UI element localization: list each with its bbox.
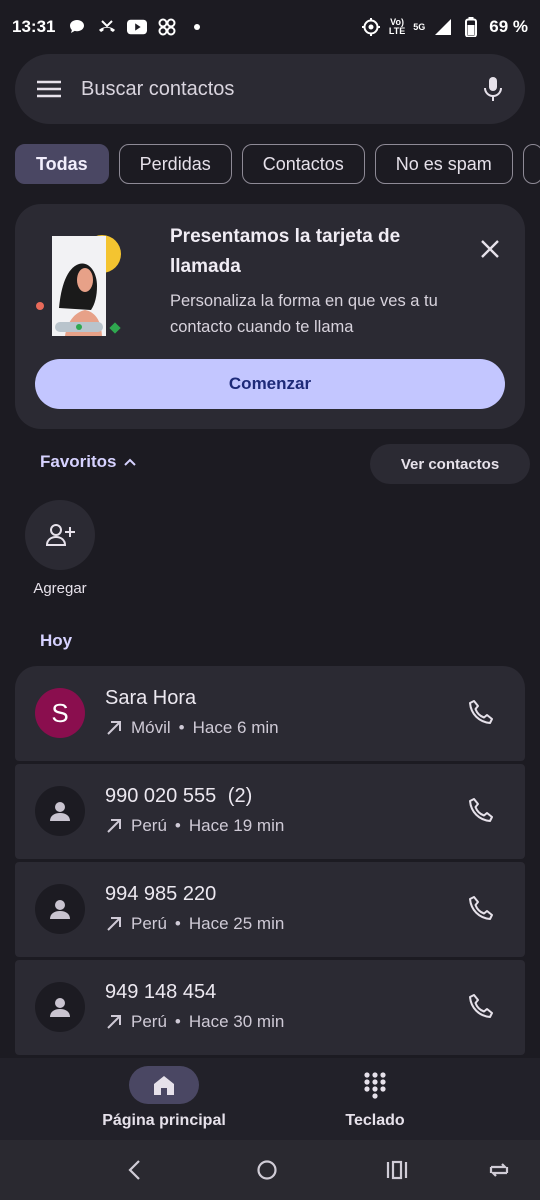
chip-contactos[interactable]: Contactos <box>241 144 365 184</box>
call-details: Perú • Hace 19 min <box>105 816 284 836</box>
missed-call-icon <box>97 17 117 37</box>
bullet: • <box>178 718 185 737</box>
outgoing-call-icon <box>105 719 123 737</box>
favorites-toggle[interactable]: Favoritos <box>40 452 137 472</box>
call-type: Móvil <box>131 718 171 737</box>
call-time: Hace 19 min <box>188 816 285 835</box>
caller-name: 990 020 555 (2) <box>105 785 252 808</box>
network-5g-indicator: 5G <box>413 21 426 32</box>
volte-indicator: Vo) LTE <box>389 18 405 36</box>
rotate-icon[interactable] <box>486 1157 512 1183</box>
comenzar-button[interactable]: Comenzar <box>35 359 505 409</box>
bullet: • <box>174 914 181 933</box>
person-icon <box>48 995 72 1019</box>
avatar: S <box>35 688 85 738</box>
phone-icon[interactable] <box>467 894 495 922</box>
back-icon[interactable] <box>122 1157 148 1183</box>
dot-icon <box>187 17 207 37</box>
nav-home-label: Página principal <box>102 1112 226 1129</box>
section-today: Hoy <box>40 631 73 650</box>
favorites-label: Favoritos <box>40 452 117 471</box>
outgoing-call-icon <box>105 1013 123 1031</box>
chip-todas[interactable]: Todas <box>15 144 109 184</box>
nav-keypad[interactable]: Teclado <box>300 1066 450 1130</box>
search-bar[interactable]: Buscar contactos <box>15 54 525 124</box>
calling-card-promo: Presentamos la tarjeta de llamada Person… <box>15 204 525 429</box>
person-icon <box>48 799 72 823</box>
avatar <box>35 786 85 836</box>
chip-perdidas[interactable]: Perdidas <box>118 144 232 184</box>
call-time: Hace 30 min <box>188 1012 285 1031</box>
add-favorite-button[interactable] <box>25 500 95 570</box>
call-details: Perú • Hace 30 min <box>105 1012 284 1032</box>
chevron-up-icon <box>123 457 137 467</box>
avatar <box>35 884 85 934</box>
call-type: Perú <box>131 1012 167 1031</box>
battery-percent: 69 % <box>489 17 528 36</box>
location-target-icon <box>361 17 381 37</box>
home-icon <box>129 1066 199 1104</box>
caller-name: 994 985 220 <box>105 883 217 905</box>
avatar <box>35 982 85 1032</box>
chip-partial[interactable] <box>522 144 540 184</box>
signal-icon <box>433 17 453 37</box>
bullet: • <box>174 1012 181 1031</box>
promo-title: Presentamos la tarjeta de llamada <box>170 226 401 277</box>
status-bar: 13:31 Vo) LTE 5G 69 % <box>0 0 540 54</box>
call-row[interactable]: 949 148 454 Perú • Hace 30 min <box>15 960 525 1055</box>
chat-bubble-icon <box>67 17 87 37</box>
person-icon <box>48 897 72 921</box>
call-row[interactable]: 990 020 555 (2) Perú • Hace 19 min <box>15 764 525 859</box>
app-icon <box>157 17 177 37</box>
phone-icon[interactable] <box>467 698 495 726</box>
caller-name: 949 148 454 <box>105 981 217 1003</box>
call-details: Móvil • Hace 6 min <box>105 718 279 738</box>
outgoing-call-icon <box>105 817 123 835</box>
recents-icon[interactable] <box>384 1157 410 1183</box>
volte-bottom-text: LTE <box>388 26 406 36</box>
bottom-navigation: Página principal Teclado <box>0 1058 540 1140</box>
call-type: Perú <box>131 914 167 933</box>
call-row[interactable]: 994 985 220 Perú • Hace 25 min <box>15 862 525 957</box>
call-count: (2) <box>227 785 253 807</box>
add-favorite-label: Agregar <box>33 580 87 597</box>
call-time: Hace 6 min <box>192 718 279 737</box>
phone-icon[interactable] <box>467 992 495 1020</box>
call-type: Perú <box>131 816 167 835</box>
see-contacts-button[interactable]: Ver contactos <box>370 444 530 484</box>
dialpad-icon <box>340 1066 410 1104</box>
youtube-icon <box>127 17 148 37</box>
filter-chips: Todas Perdidas Contactos No es spam <box>15 144 540 184</box>
home-circle-icon[interactable] <box>254 1157 280 1183</box>
call-log: S Sara Hora Móvil • Hace 6 min 990 020 5… <box>15 666 525 1064</box>
add-person-icon <box>45 523 75 547</box>
nav-home[interactable]: Página principal <box>89 1066 239 1130</box>
menu-icon[interactable] <box>37 80 61 98</box>
search-input[interactable]: Buscar contactos <box>81 78 483 101</box>
caller-name: Sara Hora <box>105 687 197 709</box>
nav-keypad-label: Teclado <box>345 1112 405 1129</box>
call-row[interactable]: S Sara Hora Móvil • Hace 6 min <box>15 666 525 761</box>
bullet: • <box>174 816 181 835</box>
status-time: 13:31 <box>12 17 56 36</box>
phone-icon[interactable] <box>467 796 495 824</box>
caller-number: 990 020 555 <box>105 785 217 807</box>
call-details: Perú • Hace 25 min <box>105 914 284 934</box>
close-icon[interactable] <box>477 236 503 262</box>
battery-icon <box>461 17 481 37</box>
system-navigation-bar <box>0 1140 540 1200</box>
call-time: Hace 25 min <box>188 914 285 933</box>
outgoing-call-icon <box>105 915 123 933</box>
microphone-icon[interactable] <box>483 76 503 102</box>
calling-card-illustration <box>35 218 155 343</box>
promo-description: Personaliza la forma en que ves a tu con… <box>170 292 438 336</box>
chip-no-es-spam[interactable]: No es spam <box>374 144 513 184</box>
